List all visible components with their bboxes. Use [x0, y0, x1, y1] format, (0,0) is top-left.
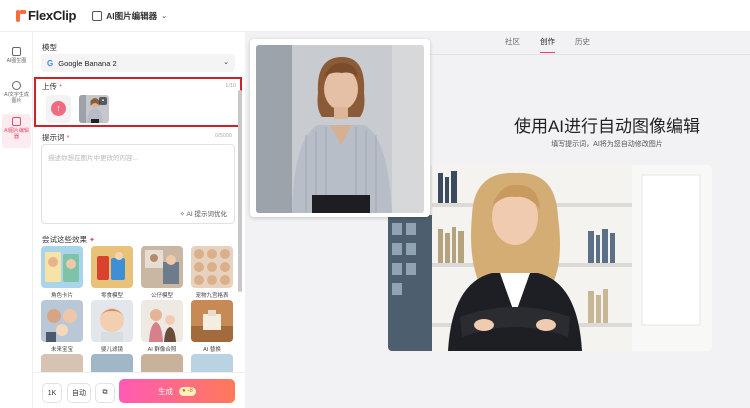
example-result-image	[388, 165, 712, 351]
effect-label: 宠物九宫格表	[195, 293, 229, 299]
generate-bar: 1K 自动 ⧉ 生成 ● -8	[34, 372, 244, 408]
effect-card[interactable]: AI 群像合照	[141, 300, 183, 353]
prompt-optimize-label: AI 提示词优化	[186, 211, 227, 218]
tool-switcher[interactable]: AI图片编辑器 ⌄	[92, 10, 167, 22]
effect-label: 未来宝宝	[50, 347, 73, 353]
settings-panel: 模型 G Google Banana 2 ⌄ 上传 * 1/10 ↑ ▪ 提示词…	[34, 32, 244, 408]
logo-text: FlexClip	[28, 8, 77, 23]
upload-counter: 1/10	[225, 83, 236, 89]
effect-label: 公仔模型	[150, 293, 173, 299]
main-canvas: 社区 创作 历史 使用AI进行自动图像编辑 填写提示词，AI将为您自动修改图片	[245, 32, 750, 408]
logo-mark-icon	[16, 9, 26, 22]
google-icon: G	[47, 58, 54, 68]
prompt-placeholder: 描述你想在图片中更改的内容...	[48, 155, 138, 162]
main-tabs: 社区 创作 历史	[505, 36, 590, 53]
prompt-label-text: 提示词	[42, 133, 65, 142]
ratio-select[interactable]: 自动	[67, 383, 91, 403]
prompt-optimize-button[interactable]: ✧ AI 提示词优化	[180, 208, 227, 218]
effect-thumbnail	[41, 300, 83, 342]
effect-label: 婴儿滤镜	[100, 347, 123, 353]
image-settings-icon: ⧉	[102, 389, 108, 396]
upload-label: 上传 *	[42, 81, 62, 92]
tool-switcher-label: AI图片编辑器	[106, 10, 158, 21]
rail-item-image-editor[interactable]: AI图片编辑器	[2, 114, 31, 148]
effects-title-text: 尝试这些效果	[42, 235, 87, 244]
effect-card[interactable]: 公仔模型	[141, 246, 183, 299]
effect-card[interactable]: 角色卡片	[41, 246, 83, 299]
effect-thumbnail	[141, 246, 183, 288]
delete-icon[interactable]: ▪	[99, 97, 107, 105]
effect-card[interactable]: 宠物九宫格表	[191, 246, 233, 299]
sparkle-icon: ✦	[89, 237, 95, 244]
rail-item-label: AI文字生成图片	[4, 92, 29, 104]
upload-button[interactable]: ↑	[46, 95, 71, 123]
effect-thumbnail	[141, 300, 183, 342]
upload-section: 上传 * 1/10 ↑ ▪	[34, 77, 242, 127]
effect-card[interactable]: 未来宝宝	[41, 300, 83, 353]
tab-divider	[385, 54, 750, 55]
upload-icon: ↑	[51, 101, 66, 116]
palette-icon	[12, 81, 21, 90]
coin-icon: ●	[182, 387, 186, 394]
effect-label: 零食模型	[100, 293, 123, 299]
effect-thumbnail	[191, 300, 233, 342]
rail-item-label: AI图生图	[6, 58, 27, 64]
effect-thumbnail	[191, 246, 233, 288]
tab-history[interactable]: 历史	[575, 36, 590, 53]
model-select[interactable]: G Google Banana 2 ⌄	[41, 54, 235, 72]
prompt-label: 提示词 *	[42, 132, 70, 143]
flexclip-logo[interactable]: FlexClip	[16, 8, 76, 23]
generate-label: 生成	[158, 386, 174, 396]
effect-thumbnail	[91, 300, 133, 342]
reference-image	[256, 45, 424, 213]
chevron-down-icon: ⌄	[223, 59, 229, 66]
image-edit-icon	[12, 117, 21, 126]
model-value: Google Banana 2	[58, 58, 117, 68]
effect-card[interactable]: AI 替换	[191, 300, 233, 353]
required-mark: *	[66, 133, 70, 142]
image-settings-button[interactable]: ⧉	[95, 383, 115, 403]
effects-title: 尝试这些效果 ✦	[42, 234, 95, 245]
reference-image-card[interactable]	[250, 39, 430, 217]
model-label: 模型	[42, 43, 57, 52]
credit-cost: -8	[187, 387, 193, 394]
required-mark: *	[59, 82, 63, 91]
tab-community[interactable]: 社区	[505, 36, 520, 53]
generate-button[interactable]: 生成 ● -8	[119, 379, 235, 403]
hero-title: 使用AI进行自动图像编辑	[513, 117, 701, 136]
effect-label: AI 群像合照	[147, 347, 177, 353]
image-edit-icon	[92, 10, 103, 21]
top-bar: FlexClip AI图片编辑器 ⌄	[0, 0, 750, 32]
effect-label: AI 替换	[203, 347, 221, 353]
uploaded-image-thumbnail[interactable]: ▪	[79, 95, 109, 123]
rail-item-label: AI图片编辑器	[4, 128, 29, 140]
prompt-textarea[interactable]: 描述你想在图片中更改的内容... ✧ AI 提示词优化	[41, 144, 235, 224]
effect-thumbnail	[91, 246, 133, 288]
hero-subtitle: 填写提示词，AI将为您自动修改图片	[551, 141, 663, 148]
rail-item-text-to-image[interactable]: AI文字生成图片	[2, 78, 31, 112]
credit-badge: ● -8	[179, 386, 196, 396]
upload-label-text: 上传	[42, 82, 57, 91]
tab-create[interactable]: 创作	[540, 36, 555, 53]
panel-scrollbar[interactable]	[238, 90, 242, 292]
image-to-image-icon	[12, 47, 21, 56]
chevron-down-icon: ⌄	[161, 12, 168, 20]
left-rail: AI图生图 AI文字生成图片 AI图片编辑器	[0, 32, 33, 408]
prompt-counter: 0/5000	[215, 133, 232, 139]
magic-wand-icon: ✧	[179, 211, 186, 218]
effect-card[interactable]: 婴儿滤镜	[91, 300, 133, 353]
effect-thumbnail	[41, 246, 83, 288]
rail-item-image-to-image[interactable]: AI图生图	[2, 44, 31, 74]
resolution-select[interactable]: 1K	[42, 383, 62, 403]
effect-card[interactable]: 零食模型	[91, 246, 133, 299]
effect-label: 角色卡片	[50, 293, 73, 299]
